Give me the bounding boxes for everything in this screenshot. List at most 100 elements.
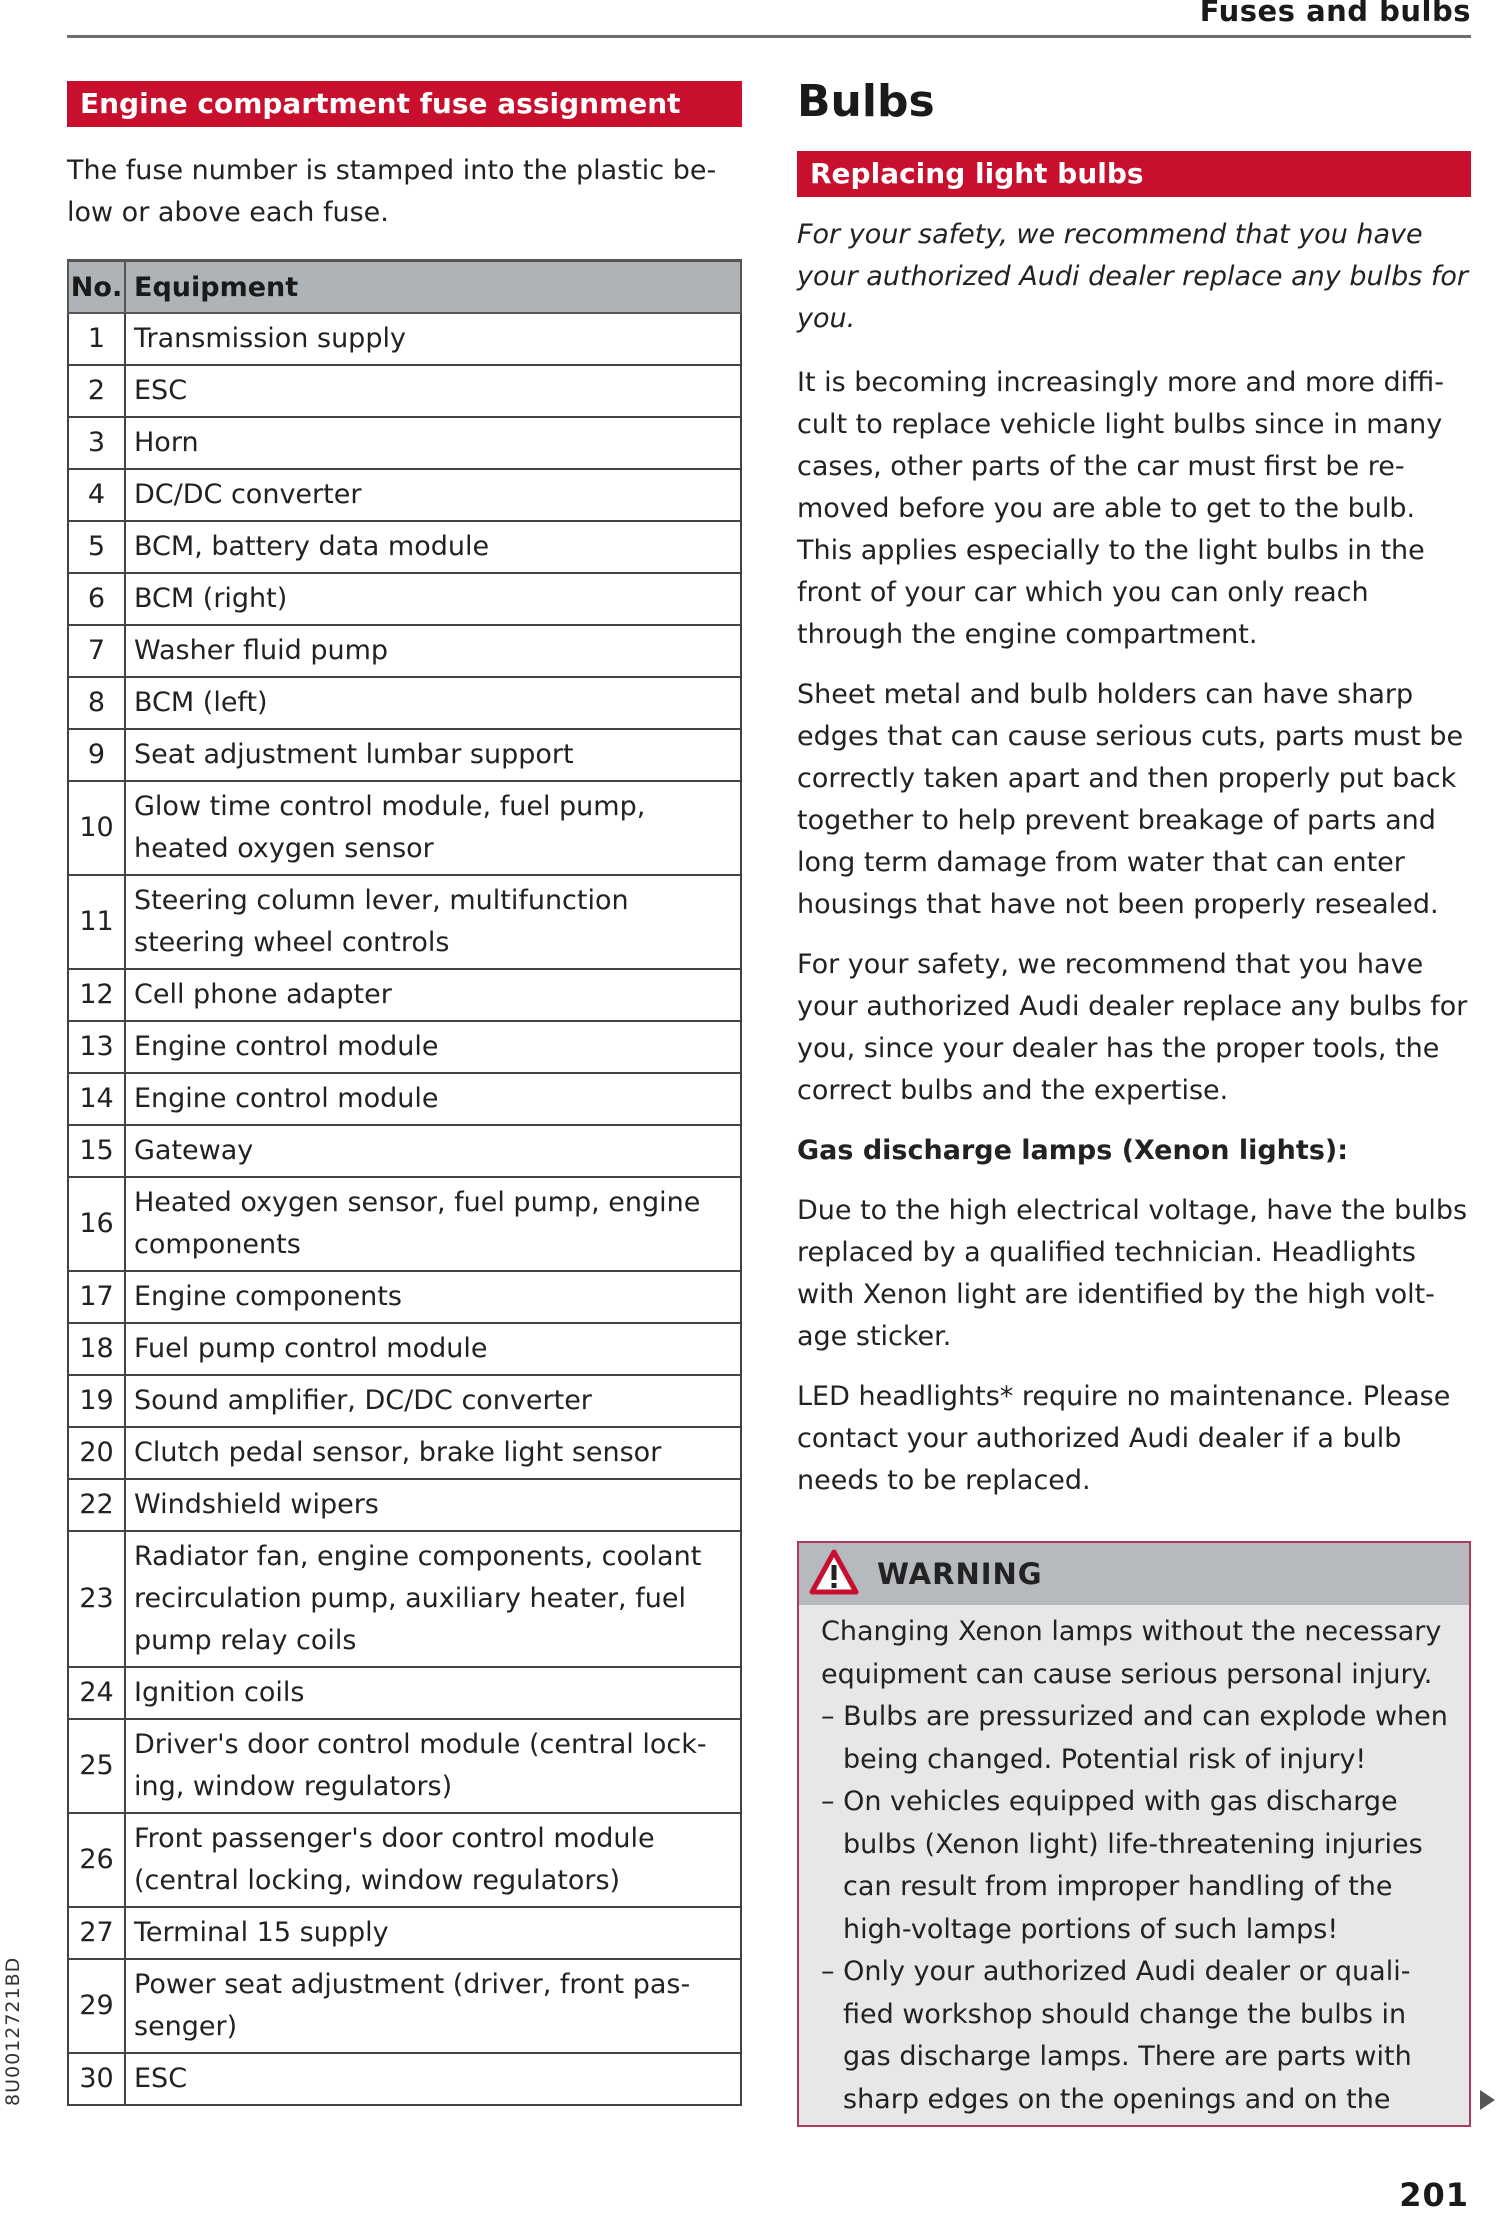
equipment-cell: Engine control module <box>124 1020 742 1074</box>
table-row: 27 Terminal 15 supply <box>67 1906 742 1960</box>
table-row: 24 Ignition coils <box>67 1666 742 1720</box>
table-row: 4 DC/DC converter <box>67 468 742 522</box>
table-row: 8 BCM (left) <box>67 676 742 730</box>
fuse-number-cell: 14 <box>67 1072 126 1126</box>
fuse-number-cell: 17 <box>67 1270 126 1324</box>
table-row: 16 Heated oxygen sensor, fuel pump, engin… <box>67 1176 742 1272</box>
fuse-number-cell: 26 <box>67 1812 126 1908</box>
fuse-number-cell: 8 <box>67 676 126 730</box>
equipment-cell: Engine control module <box>124 1072 742 1126</box>
paragraph-xenon: Due to the high electrical voltage, have… <box>797 1195 1468 1352</box>
table-row: 12 Cell phone adapter <box>67 968 742 1022</box>
fuse-number-cell: 12 <box>67 968 126 1022</box>
table-row: 14 Engine control module <box>67 1072 742 1126</box>
fuse-number-cell: 3 <box>67 416 126 470</box>
table-row: 26 Front passenger's door control module … <box>67 1812 742 1908</box>
equipment-cell: BCM (right) <box>124 572 742 626</box>
warning-item: Only your authorized Audi dealer or qual… <box>821 1951 1449 2121</box>
table-row: 1 Transmission supply <box>67 312 742 366</box>
table-row: 25 Driver's door control module (central … <box>67 1718 742 1814</box>
equipment-cell: ESC <box>124 364 742 418</box>
warning-triangle-icon <box>809 1549 859 1599</box>
bulbs-body: For your safety, we recommend that you h… <box>797 214 1471 1520</box>
table-header-row: No. Equipment <box>67 259 742 314</box>
fuse-number-cell: 15 <box>67 1124 126 1178</box>
paragraph-led: LED headlights* require no maintenance. … <box>797 1381 1451 1496</box>
warning-box: WARNING Changing Xenon lamps without the… <box>797 1541 1471 2127</box>
fuse-number-cell: 23 <box>67 1530 126 1668</box>
fuse-intro-text: The fuse number is stamped into the plas… <box>67 155 717 228</box>
table-row: 9 Seat adjustment lumbar support <box>67 728 742 782</box>
safety-note-italic: For your safety, we recommend that you h… <box>797 219 1468 334</box>
equipment-cell: Radiator fan, engine components, coolant… <box>124 1530 742 1668</box>
column-header-equipment: Equipment <box>124 259 742 314</box>
header-rule <box>67 35 1471 38</box>
fuse-number-cell: 20 <box>67 1426 126 1480</box>
fuse-number-cell: 4 <box>67 468 126 522</box>
table-row: 13 Engine control module <box>67 1020 742 1074</box>
equipment-cell: Ignition coils <box>124 1666 742 1720</box>
equipment-cell: ESC <box>124 2052 742 2106</box>
warning-intro: Changing Xenon lamps without the necessa… <box>821 1616 1442 1690</box>
table-row: 7 Washer fluid pump <box>67 624 742 678</box>
page-number: 201 <box>1399 2176 1469 2214</box>
equipment-cell: Front passenger's door control module (c… <box>124 1812 742 1908</box>
table-row: 11 Steering column lever, multifunction s… <box>67 874 742 970</box>
equipment-cell: BCM (left) <box>124 676 742 730</box>
fuse-number-cell: 22 <box>67 1478 126 1532</box>
warning-header: WARNING <box>799 1543 1469 1605</box>
equipment-cell: Power seat adjustment (driver, front pas… <box>124 1958 742 2054</box>
fuse-number-cell: 25 <box>67 1718 126 1814</box>
equipment-cell: Engine components <box>124 1270 742 1324</box>
document-code: 8U0012721BD <box>2 1956 24 2106</box>
section-title-fuse-assignment: Engine compartment fuse assignment <box>67 81 742 127</box>
continue-arrow-icon <box>1480 2090 1495 2110</box>
equipment-cell: Driver's door control module (central lo… <box>124 1718 742 1814</box>
table-row: 6 BCM (right) <box>67 572 742 626</box>
left-column: Engine compartment fuse assignment The f… <box>67 81 742 2106</box>
section-title-replacing-bulbs: Replacing light bulbs <box>797 151 1471 197</box>
fuse-number-cell: 10 <box>67 780 126 876</box>
fuse-number-cell: 6 <box>67 572 126 626</box>
column-header-no: No. <box>67 259 126 314</box>
table-row: 29 Power seat adjustment (driver, front p… <box>67 1958 742 2054</box>
running-header-title: Fuses and bulbs <box>1199 0 1471 28</box>
fuse-number-cell: 2 <box>67 364 126 418</box>
equipment-cell: Horn <box>124 416 742 470</box>
equipment-cell: Glow time control module, fuel pump, hea… <box>124 780 742 876</box>
paragraph-dealer: For your safety, we recommend that you h… <box>797 949 1468 1106</box>
equipment-cell: Heated oxygen sensor, fuel pump, engine … <box>124 1176 742 1272</box>
equipment-cell: Sound amplifier, DC/DC converter <box>124 1374 742 1428</box>
equipment-cell: Gateway <box>124 1124 742 1178</box>
fuse-number-cell: 5 <box>67 520 126 574</box>
equipment-cell: Fuel pump control module <box>124 1322 742 1376</box>
table-row: 3 Horn <box>67 416 742 470</box>
fuse-number-cell: 11 <box>67 874 126 970</box>
fuse-number-cell: 30 <box>67 2052 126 2106</box>
warning-list: Bulbs are pressurized and can explode wh… <box>821 1696 1449 2121</box>
equipment-cell: Windshield wipers <box>124 1478 742 1532</box>
fuse-assignment-table: No. Equipment 1 Transmission supply 2 ESC 3 H… <box>67 259 742 2106</box>
fuse-number-cell: 24 <box>67 1666 126 1720</box>
fuse-number-cell: 29 <box>67 1958 126 2054</box>
fuse-number-cell: 19 <box>67 1374 126 1428</box>
fuse-number-cell: 1 <box>67 312 126 366</box>
paragraph-sharp-edges: Sheet metal and bulb holders can have sh… <box>797 679 1464 920</box>
equipment-cell: Steering column lever, multifunction ste… <box>124 874 742 970</box>
table-row: 18 Fuel pump control module <box>67 1322 742 1376</box>
paragraph-difficulty: It is becoming increasingly more and mor… <box>797 367 1444 650</box>
warning-title: WARNING <box>877 1557 1043 1591</box>
xenon-subheading: Gas discharge lamps (Xenon lights): <box>797 1135 1349 1166</box>
chapter-title-bulbs: Bulbs <box>797 76 935 127</box>
fuse-number-cell: 27 <box>67 1906 126 1960</box>
fuse-number-cell: 16 <box>67 1176 126 1272</box>
warning-body: Changing Xenon lamps without the necessa… <box>799 1605 1469 2121</box>
fuse-number-cell: 7 <box>67 624 126 678</box>
equipment-cell: Transmission supply <box>124 312 742 366</box>
table-row: 2 ESC <box>67 364 742 418</box>
table-row: 30 ESC <box>67 2052 742 2106</box>
table-row: 15 Gateway <box>67 1124 742 1178</box>
table-row: 17 Engine components <box>67 1270 742 1324</box>
equipment-cell: Cell phone adapter <box>124 968 742 1022</box>
equipment-cell: DC/DC converter <box>124 468 742 522</box>
